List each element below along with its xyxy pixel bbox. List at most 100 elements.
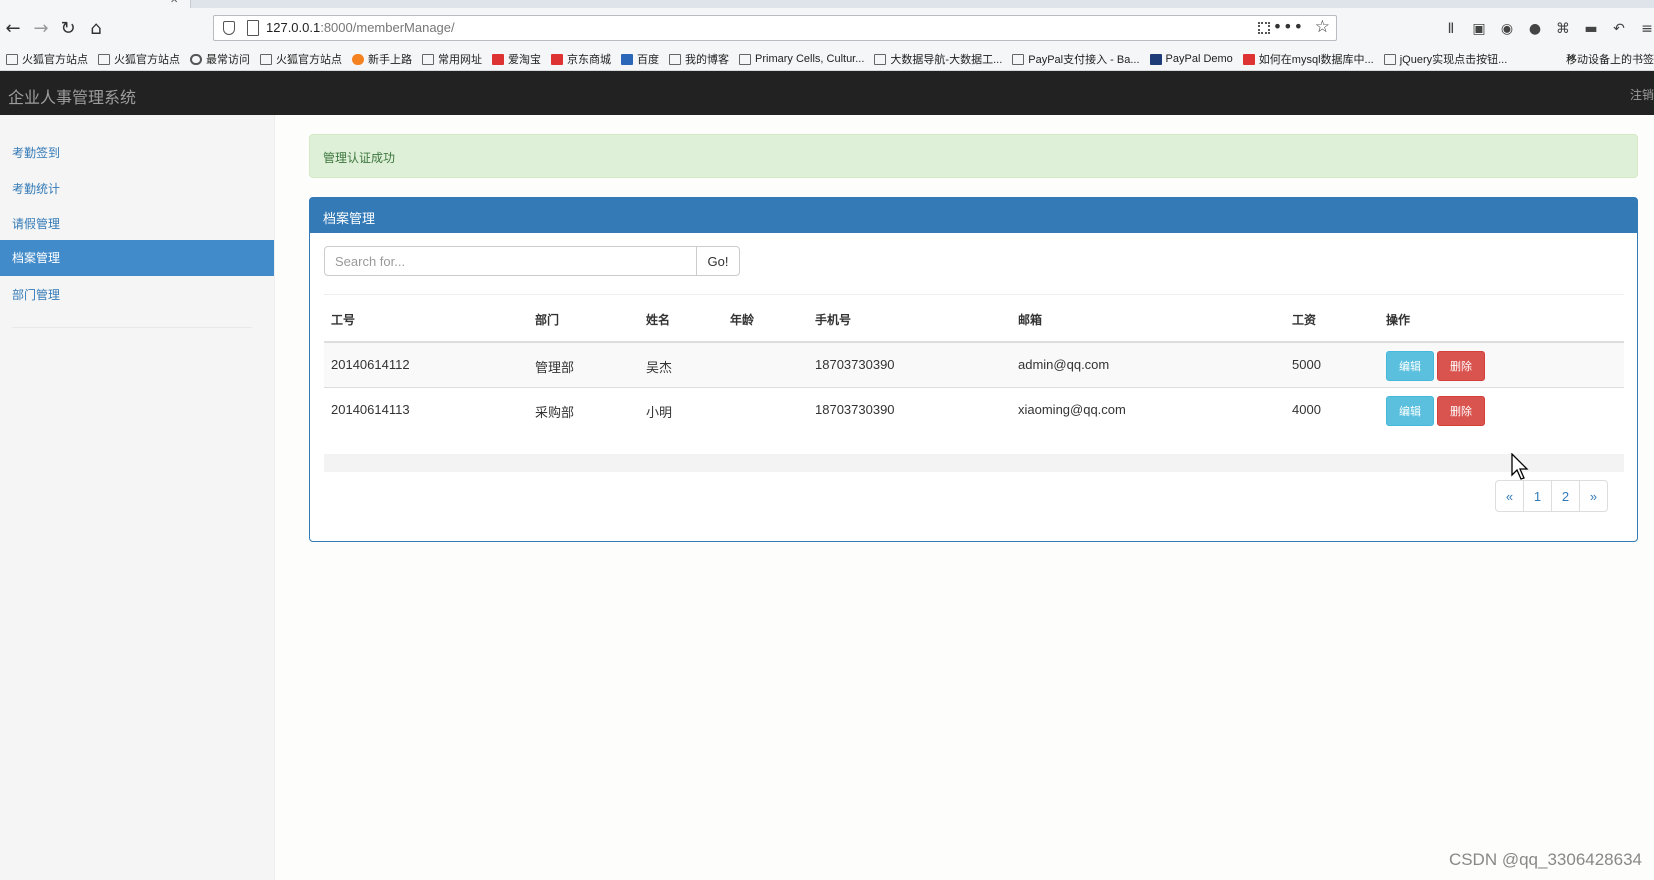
bookmark-item[interactable]: 新手上路 <box>352 51 412 67</box>
col-header-phone: 手机号 <box>815 313 852 327</box>
col-header-actions: 操作 <box>1386 313 1411 327</box>
bookmark-label: 百度 <box>637 54 659 66</box>
col-header-age: 年龄 <box>730 313 755 327</box>
shield-icon[interactable] <box>223 21 235 35</box>
crop-icon[interactable]: ⌘ <box>1552 18 1574 40</box>
chat-icon[interactable]: ▬ <box>1580 18 1602 40</box>
cell-dept: 采购部 <box>535 405 575 420</box>
csdn-icon <box>1242 53 1255 65</box>
bookmark-item[interactable]: PayPal Demo <box>1149 53 1233 65</box>
forward-icon[interactable]: → <box>29 16 53 40</box>
site-icon <box>1012 53 1025 65</box>
page-1[interactable]: 1 <box>1523 480 1552 512</box>
tab-close-icon[interactable]: ✕ <box>170 0 178 6</box>
bookmark-label: 爱淘宝 <box>508 54 541 66</box>
col-header-id: 工号 <box>331 313 356 327</box>
more-actions-icon[interactable]: ••• <box>1273 17 1304 36</box>
watermark: CSDN @qq_3306428634 <box>1448 850 1642 869</box>
reload-icon[interactable]: ↻ <box>56 16 80 40</box>
logout-link[interactable]: 注销 <box>1630 86 1654 103</box>
delete-button[interactable]: 删除 <box>1437 396 1485 426</box>
firefox-icon <box>352 53 364 65</box>
cell-phone: 18703730390 <box>815 357 895 372</box>
records-panel: 档案管理 Go! 工号 部门 姓名 年龄 手机号 邮箱 工资 操作 201406… <box>309 197 1638 542</box>
url-bar[interactable]: 127.0.0.1:8000/memberManage/ ••• ☆ <box>213 15 1337 41</box>
blog-icon <box>669 53 681 65</box>
bookmarks-mobile[interactable]: 移动设备上的书签 <box>1566 51 1654 67</box>
edit-button[interactable]: 编辑 <box>1386 396 1434 426</box>
undo-icon[interactable]: ↶ <box>1608 18 1630 40</box>
bookmarks-bar: 火狐官方站点 火狐官方站点 最常访问 火狐官方站点 新手上路 常用网址 爱淘宝 京东商城 百度 我… <box>0 48 1654 71</box>
sidebar-item-records[interactable]: 档案管理 <box>0 240 274 276</box>
bookmark-item[interactable]: jQuery实现点击按钮... <box>1383 51 1508 67</box>
page-2[interactable]: 2 <box>1551 480 1580 512</box>
app-title[interactable]: 企业人事管理系统 <box>8 84 136 108</box>
bookmark-item[interactable]: 最常访问 <box>190 51 250 67</box>
bookmark-item[interactable]: 京东商城 <box>551 51 611 67</box>
bookmark-item[interactable]: 火狐官方站点 <box>6 51 88 67</box>
library-icon[interactable]: Ⅱ <box>1440 18 1462 40</box>
home-icon[interactable]: ⌂ <box>84 16 108 40</box>
folder-icon <box>260 53 272 65</box>
jd-icon <box>551 53 563 65</box>
pagination: « 1 2 » <box>1495 480 1608 512</box>
gear-icon <box>190 53 202 65</box>
sidebar: 考勤签到 考勤统计 请假管理 档案管理 部门管理 <box>0 115 275 880</box>
browser-navbar: ← → ↻ ⌂ 127.0.0.1:8000/memberManage/ •••… <box>0 8 1654 48</box>
bookmark-item[interactable]: 大数据导航-大数据工... <box>874 51 1002 67</box>
url-text[interactable]: 127.0.0.1:8000/memberManage/ <box>266 20 455 35</box>
qr-code-icon[interactable] <box>1258 22 1270 34</box>
bookmark-label: 火狐官方站点 <box>114 54 180 66</box>
col-header-email: 邮箱 <box>1018 313 1043 327</box>
sidebar-item-attendance-signin[interactable]: 考勤签到 <box>0 135 274 171</box>
cell-phone: 18703730390 <box>815 402 895 417</box>
table-footer <box>324 454 1624 472</box>
edit-button[interactable]: 编辑 <box>1386 351 1434 381</box>
globe-icon[interactable]: ● <box>1524 18 1546 40</box>
bookmark-item[interactable]: 爱淘宝 <box>492 51 541 67</box>
bookmark-label: PayPal Demo <box>1165 53 1233 65</box>
bookmark-star-icon[interactable]: ☆ <box>1315 17 1330 37</box>
account-icon[interactable]: ◉ <box>1496 18 1518 40</box>
page-next[interactable]: » <box>1579 480 1608 512</box>
page-info-icon[interactable] <box>247 20 259 36</box>
folder-icon <box>422 53 434 65</box>
browser-tab-strip: ✕ <box>0 0 1654 8</box>
bookmark-item[interactable]: 常用网址 <box>422 51 482 67</box>
bookmark-item[interactable]: 火狐官方站点 <box>98 51 180 67</box>
bookmark-item[interactable]: 火狐官方站点 <box>260 51 342 67</box>
bookmark-label: jQuery实现点击按钮... <box>1399 54 1508 66</box>
bookmark-item[interactable]: 我的博客 <box>669 51 729 67</box>
bookmark-label: 京东商城 <box>567 54 611 66</box>
folder-icon <box>98 53 110 65</box>
cell-name: 小明 <box>646 405 673 420</box>
search-input[interactable] <box>324 246 697 276</box>
browser-tab-active[interactable]: ✕ <box>0 0 191 8</box>
success-alert: 管理认证成功 <box>309 134 1638 178</box>
panel-title: 档案管理 <box>323 212 376 227</box>
bookmark-item[interactable]: Primary Cells, Cultur... <box>739 53 864 65</box>
taobao-icon <box>492 53 504 65</box>
sidebar-item-leave[interactable]: 请假管理 <box>0 206 274 242</box>
sidebar-divider <box>12 327 252 328</box>
sidebar-item-departments[interactable]: 部门管理 <box>0 277 274 313</box>
col-header-dept: 部门 <box>535 313 560 327</box>
app-header: 企业人事管理系统 注销 <box>0 71 1654 115</box>
col-header-salary: 工资 <box>1292 313 1317 327</box>
page-prev[interactable]: « <box>1495 480 1524 512</box>
cell-email: admin@qq.com <box>1018 357 1110 372</box>
bookmark-item[interactable]: 百度 <box>621 51 659 67</box>
back-icon[interactable]: ← <box>1 16 25 40</box>
bookmark-item[interactable]: 如何在mysql数据库中... <box>1242 51 1374 67</box>
bookmark-label: Primary Cells, Cultur... <box>755 53 865 65</box>
bookmark-item[interactable]: PayPal支付接入 - Ba... <box>1012 51 1140 67</box>
delete-button[interactable]: 删除 <box>1437 351 1485 381</box>
sidebar-item-attendance-stats[interactable]: 考勤统计 <box>0 171 274 207</box>
menu-icon[interactable]: ≡ <box>1636 18 1654 40</box>
sidebar-toggle-icon[interactable]: ▣ <box>1468 18 1490 40</box>
paypal-icon <box>1149 53 1162 65</box>
cell-id: 20140614113 <box>331 402 410 417</box>
table-row: 20140614112 管理部 吴杰 18703730390 admin@qq.… <box>324 343 1624 388</box>
bookmark-label: 火狐官方站点 <box>22 54 88 66</box>
go-button[interactable]: Go! <box>696 246 740 276</box>
